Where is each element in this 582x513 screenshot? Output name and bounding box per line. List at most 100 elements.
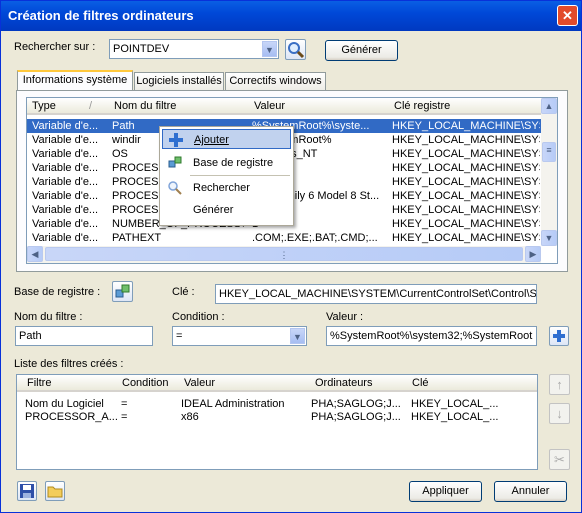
table-cell-key: HKEY_LOCAL_MACHINE\SYST...	[392, 120, 540, 132]
table-cell-key: HKEY_LOCAL_MACHINE\SYST...	[392, 190, 540, 202]
horizontal-scrollbar[interactable]: ◀ ⋮ ▶	[27, 246, 541, 263]
table-cell-key: HKEY_LOCAL_MACHINE\SYST...	[392, 204, 540, 216]
column-header-value[interactable]: Valeur	[184, 377, 215, 389]
table-cell-key: HKEY_LOCAL_MACHINE\SYST...	[392, 148, 540, 160]
menu-item-generate-label: Générer	[193, 204, 234, 216]
table-cell-key: HKEY_LOCAL_MACHINE\SYST...	[392, 232, 540, 244]
window-title: Création de filtres ordinateurs	[8, 8, 194, 23]
table-cell-type: Variable d'e...	[32, 162, 99, 174]
menu-item-add-label: Ajouter	[194, 134, 229, 146]
filter-name-label: Nom du filtre :	[14, 311, 83, 323]
condition-value: =	[176, 330, 183, 342]
created-filters-label: Liste des filtres créés :	[14, 358, 124, 370]
move-down-button[interactable]: ↓	[549, 403, 570, 424]
tab-system-info[interactable]: Informations système	[17, 70, 133, 91]
tab-installed-software[interactable]: Logiciels installés	[134, 72, 224, 91]
apply-button[interactable]: Appliquer	[409, 481, 482, 502]
add-icon	[169, 133, 183, 147]
menu-item-generate[interactable]: Générer	[162, 200, 291, 220]
search-combobox[interactable]: POINTDEV ▼	[109, 39, 279, 59]
table-cell-type: Variable d'e...	[32, 232, 99, 244]
move-up-button[interactable]: ↑	[549, 374, 570, 395]
table-cell-key: HKEY_LOCAL_MACHINE\SYST...	[392, 162, 540, 174]
created-list-header: Filtre Condition Valeur Ordinateurs Clé	[17, 375, 537, 392]
registry-base-label: Base de registre :	[14, 286, 101, 298]
table-cell-type: Variable d'e...	[32, 204, 99, 216]
registry-key-value: HKEY_LOCAL_MACHINE\SYSTEM\CurrentControl…	[219, 288, 537, 300]
table-cell-type: Variable d'e...	[32, 190, 99, 202]
table-cell-value: .COM;.EXE;.BAT;.CMD;...	[252, 232, 378, 244]
list-cell-condition: =	[121, 411, 128, 423]
cancel-button[interactable]: Annuler	[494, 481, 567, 502]
table-cell-type: Variable d'e...	[32, 176, 99, 188]
scroll-up-icon[interactable]: ▲	[541, 98, 557, 114]
table-cell-key: HKEY_LOCAL_MACHINE\SYST...	[392, 176, 540, 188]
search-button[interactable]	[285, 39, 306, 60]
column-header-type[interactable]: Type	[32, 100, 56, 112]
table-cell-key: HKEY_LOCAL_MACHINE\SYST...	[392, 218, 540, 230]
scissors-icon: ✂	[554, 452, 565, 467]
condition-label: Condition :	[172, 311, 225, 323]
column-header-condition[interactable]: Condition	[122, 377, 168, 389]
dialog-window: Création de filtres ordinateurs ✕ Recher…	[0, 0, 582, 513]
chevron-down-icon[interactable]: ▼	[262, 41, 277, 57]
menu-item-registry-label: Base de registre	[193, 157, 274, 169]
save-button[interactable]	[17, 481, 37, 501]
table-cell-type: Variable d'e...	[32, 218, 99, 230]
close-button[interactable]: ✕	[557, 5, 578, 26]
search-label: Rechercher sur :	[14, 41, 96, 53]
arrow-up-icon: ↑	[556, 377, 563, 392]
menu-item-search[interactable]: Rechercher	[162, 178, 291, 198]
list-item[interactable]: Nom du Logiciel = IDEAL Administration PHA;…	[17, 397, 537, 411]
scroll-thumb[interactable]: ≡	[542, 142, 556, 162]
column-header-name[interactable]: Nom du filtre	[114, 100, 176, 112]
menu-separator	[190, 175, 290, 176]
search-combobox-value: POINTDEV	[113, 43, 170, 55]
add-icon	[553, 330, 565, 342]
registry-button[interactable]	[112, 281, 133, 302]
value-field-value: %SystemRoot%\system32;%SystemRoot	[330, 330, 533, 342]
value-label: Valeur :	[326, 311, 364, 323]
list-cell-value: x86	[181, 411, 199, 423]
table-cell-type: Variable d'e...	[32, 120, 99, 132]
column-header-filter[interactable]: Filtre	[27, 377, 51, 389]
filter-name-value: Path	[19, 330, 42, 342]
magnifier-icon	[168, 181, 182, 195]
column-header-computers[interactable]: Ordinateurs	[315, 377, 372, 389]
menu-item-add[interactable]: Ajouter	[162, 129, 291, 149]
menu-item-search-label: Rechercher	[193, 182, 250, 194]
arrow-down-icon: ↓	[556, 406, 563, 421]
registry-key-label: Clé :	[172, 286, 195, 298]
generate-button[interactable]: Générer	[325, 40, 398, 61]
list-cell-computers: PHA;SAGLOG;J...	[311, 411, 401, 423]
scroll-down-icon[interactable]: ▼	[541, 230, 557, 246]
chevron-down-icon[interactable]: ▼	[290, 328, 305, 344]
magnifier-icon	[288, 42, 305, 59]
filter-name-field[interactable]: Path	[15, 326, 153, 346]
menu-item-registry[interactable]: Base de registre	[162, 153, 291, 173]
list-cell-computers: PHA;SAGLOG;J...	[311, 398, 401, 410]
condition-combobox[interactable]: = ▼	[172, 326, 307, 346]
table-cell-type: Variable d'e...	[32, 148, 99, 160]
context-menu: Ajouter Base de registre Rechercher Géné…	[159, 126, 294, 226]
title-bar[interactable]: Création de filtres ordinateurs ✕	[1, 1, 581, 31]
list-header: Type / Nom du filtre Valeur Clé registre	[27, 98, 541, 115]
add-filter-button[interactable]	[549, 326, 569, 346]
tab-windows-patches[interactable]: Correctifs windows	[225, 72, 326, 91]
column-header-key[interactable]: Clé registre	[394, 100, 450, 112]
horizontal-scroll-thumb[interactable]: ⋮	[45, 247, 523, 261]
registry-key-field[interactable]: HKEY_LOCAL_MACHINE\SYSTEM\CurrentControl…	[215, 284, 537, 304]
created-filters-list[interactable]: Filtre Condition Valeur Ordinateurs Clé …	[16, 374, 538, 470]
open-button[interactable]	[45, 481, 65, 501]
list-cell-key: HKEY_LOCAL_...	[411, 411, 499, 423]
list-item[interactable]: PROCESSOR_A... = x86 PHA;SAGLOG;J... HKEY_LO…	[17, 410, 537, 424]
scroll-left-icon[interactable]: ◀	[27, 246, 43, 262]
vertical-scrollbar[interactable]: ▲ ≡ ▼	[541, 98, 557, 246]
delete-filter-button[interactable]: ✂	[549, 449, 570, 470]
table-row[interactable]: Variable d'e... PATHEXT .COM;.EXE;.BAT;.CM…	[27, 231, 541, 245]
floppy-disk-icon	[20, 484, 34, 498]
scroll-right-icon[interactable]: ▶	[525, 246, 541, 262]
value-field[interactable]: %SystemRoot%\system32;%SystemRoot	[326, 326, 537, 346]
column-header-key[interactable]: Clé	[412, 377, 429, 389]
column-header-value[interactable]: Valeur	[254, 100, 285, 112]
